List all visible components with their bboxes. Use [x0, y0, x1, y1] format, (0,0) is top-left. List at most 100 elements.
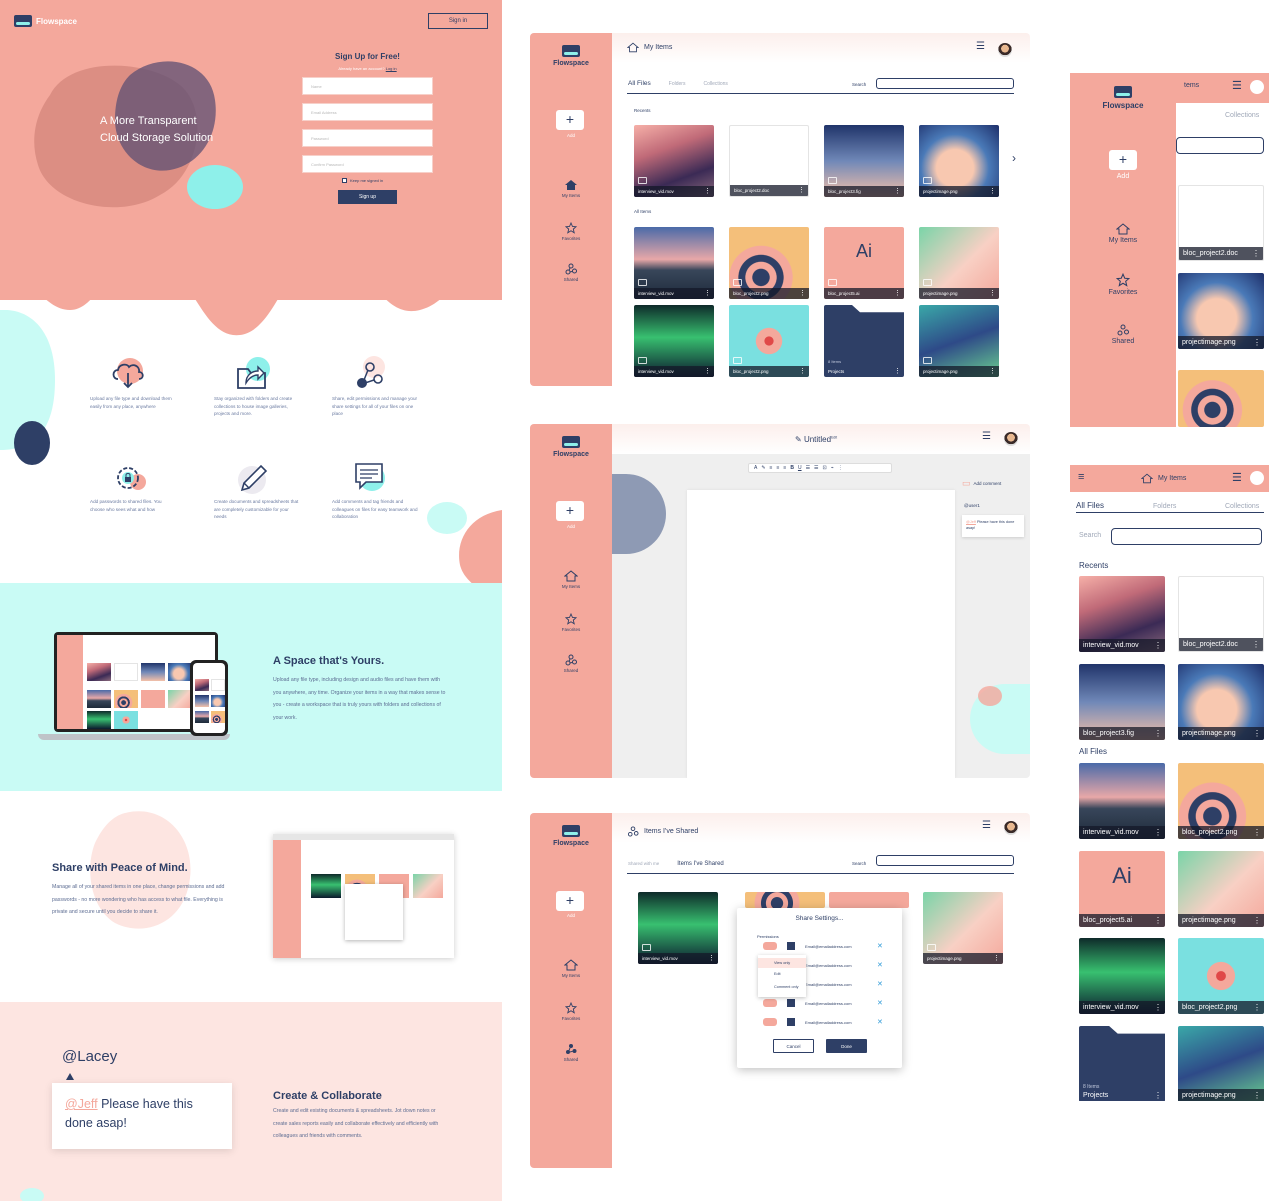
filter-icon[interactable]: ☰	[976, 41, 985, 52]
folder-card[interactable]: 8 Items Projects	[1079, 1026, 1165, 1101]
edit-badge[interactable]: Edit	[831, 435, 837, 439]
file-card[interactable]: interview_vid.mov	[1079, 763, 1165, 839]
filter-icon[interactable]: ☰	[982, 820, 991, 831]
tab-collections[interactable]: Collections	[1225, 503, 1259, 510]
done-button[interactable]: Done	[826, 1039, 867, 1053]
recent-file-card[interactable]: interview_vid.mov	[1079, 576, 1165, 652]
eye-icon[interactable]	[763, 942, 777, 950]
sidebar-item-my-items[interactable]: My Items	[530, 570, 612, 589]
align-center-button[interactable]: ≡	[776, 465, 779, 471]
avatar[interactable]	[1250, 80, 1264, 94]
file-card[interactable]: interview_vid.mov	[1079, 938, 1165, 1014]
shared-file-card[interactable]: projectimage.png	[923, 892, 1003, 964]
login-link[interactable]: Log in	[386, 66, 397, 71]
tab-collections[interactable]: Collections	[703, 81, 727, 87]
eye-icon[interactable]	[763, 1018, 777, 1026]
brand-logo[interactable]: Flowspace	[14, 15, 77, 27]
avatar[interactable]	[1004, 821, 1018, 835]
password-field[interactable]: Password	[302, 129, 433, 147]
file-card[interactable]: bloc_project2.png	[729, 227, 809, 299]
mention-tag[interactable]: @Jeff	[65, 1097, 98, 1111]
eye-icon[interactable]	[763, 999, 777, 1007]
chevron-down-icon[interactable]	[787, 1018, 795, 1026]
sidebar-item-favorites[interactable]: Favorites	[530, 1002, 612, 1021]
underline-button[interactable]: U	[798, 465, 802, 471]
file-card[interactable]: interview_vid.mov	[634, 227, 714, 299]
doc-title[interactable]: ✎ UntitledEdit	[795, 435, 837, 444]
filter-icon[interactable]: ☰	[982, 431, 991, 442]
sidebar-item-favorites[interactable]: Favorites	[1070, 273, 1176, 296]
avatar[interactable]	[998, 43, 1012, 57]
file-card[interactable]: interview_vid.mov	[634, 305, 714, 377]
sidebar-brand[interactable]: Flowspace	[1070, 86, 1176, 110]
align-left-button[interactable]: ≡	[770, 465, 773, 471]
document-page[interactable]	[687, 490, 955, 778]
more-button[interactable]: ⋮	[838, 465, 843, 471]
recent-file-card[interactable]: bloc_project3.fig	[1079, 664, 1165, 740]
recent-file-card[interactable]: bloc_project2.doc	[1178, 576, 1264, 652]
tab-collections[interactable]: Collections	[1225, 112, 1259, 119]
sidebar-item-my-items[interactable]: My Items	[530, 959, 612, 978]
signin-button[interactable]: Sign in	[428, 13, 488, 29]
avatar[interactable]	[1004, 432, 1018, 446]
file-card[interactable]: Ai bloc_project5.ai	[824, 227, 904, 299]
keep-signed-checkbox[interactable]	[342, 178, 347, 183]
shared-file-card[interactable]	[829, 892, 909, 908]
tab-items-shared[interactable]: Items I've Shared	[677, 861, 724, 867]
tab-folders[interactable]: Folders	[1153, 503, 1176, 510]
tab-folders[interactable]: Folders	[669, 81, 686, 87]
shared-file-card[interactable]: interview_vid.mov	[638, 892, 718, 964]
close-icon[interactable]: ✕	[877, 980, 883, 988]
confirm-password-field[interactable]: Confirm Password	[302, 155, 433, 173]
sidebar-item-my-items[interactable]: My Items	[1070, 223, 1176, 244]
file-card[interactable]: projectimage.png	[1178, 1026, 1264, 1101]
chevron-down-icon[interactable]	[787, 942, 795, 950]
link-button[interactable]: ⌁	[831, 465, 834, 471]
sidebar-item-favorites[interactable]: Favorites	[530, 613, 612, 632]
filter-icon[interactable]: ☰	[1232, 471, 1242, 484]
tab-shared-with-me[interactable]: Shared with me	[628, 861, 659, 866]
email-field[interactable]: Email Address	[302, 103, 433, 121]
keep-signed-in[interactable]: Keep me signed in	[342, 178, 383, 183]
recent-file-card[interactable]: projectimage.png	[919, 125, 999, 197]
add-button[interactable]: +	[1109, 150, 1137, 170]
comment-card[interactable]: @Jeff Please have this done asap!	[962, 515, 1024, 537]
tab-all-files[interactable]: All Files	[1076, 501, 1104, 510]
search-input[interactable]	[1176, 137, 1264, 154]
recent-file-card[interactable]: interview_vid.mov	[634, 125, 714, 197]
signup-button[interactable]: Sign up	[338, 190, 397, 204]
bold-button[interactable]: B	[790, 465, 794, 471]
file-card[interactable]: bloc_project2.doc	[1178, 185, 1264, 261]
add-button[interactable]: +	[556, 891, 584, 911]
search-input[interactable]	[1111, 528, 1262, 545]
file-card[interactable]: Ai bloc_project5.ai	[1079, 851, 1165, 927]
recent-file-card[interactable]: projectimage.png	[1178, 664, 1264, 740]
file-card[interactable]: projectimage.png	[1178, 273, 1264, 349]
comment-tag[interactable]: @Jeff	[966, 520, 976, 524]
file-card[interactable]: projectimage.png	[919, 227, 999, 299]
file-card[interactable]	[1178, 370, 1264, 427]
option-edit[interactable]: Edit	[774, 972, 781, 976]
folder-card[interactable]: 8 Items Projects	[824, 305, 904, 377]
close-icon[interactable]: ✕	[877, 942, 883, 950]
close-icon[interactable]: ✕	[877, 961, 883, 969]
option-comment-only[interactable]: Comment only	[774, 985, 798, 989]
option-view-only[interactable]: View only	[758, 958, 806, 968]
hamburger-icon[interactable]: ≡	[1078, 471, 1084, 483]
sidebar-item-shared[interactable]: Shared	[530, 654, 612, 673]
search-input[interactable]	[876, 855, 1014, 866]
sidebar-item-shared[interactable]: Shared	[1070, 324, 1176, 345]
search-input[interactable]	[876, 78, 1014, 89]
file-card[interactable]: projectimage.png	[1178, 851, 1264, 927]
recent-file-card[interactable]: bloc_project2.doc	[729, 125, 809, 197]
avatar[interactable]	[1250, 471, 1264, 485]
filter-icon[interactable]: ☰	[1232, 79, 1242, 92]
name-field[interactable]: Name	[302, 77, 433, 95]
align-right-button[interactable]: ≡	[783, 465, 786, 471]
add-button[interactable]: +	[556, 501, 584, 521]
chevron-right-icon[interactable]: ›	[1012, 151, 1016, 165]
number-list-button[interactable]: ☰	[814, 465, 818, 471]
insert-image-button[interactable]: ⊡	[823, 465, 827, 471]
file-card[interactable]: bloc_project2.png	[1178, 938, 1264, 1014]
tab-all-files[interactable]: All Files	[628, 80, 651, 87]
